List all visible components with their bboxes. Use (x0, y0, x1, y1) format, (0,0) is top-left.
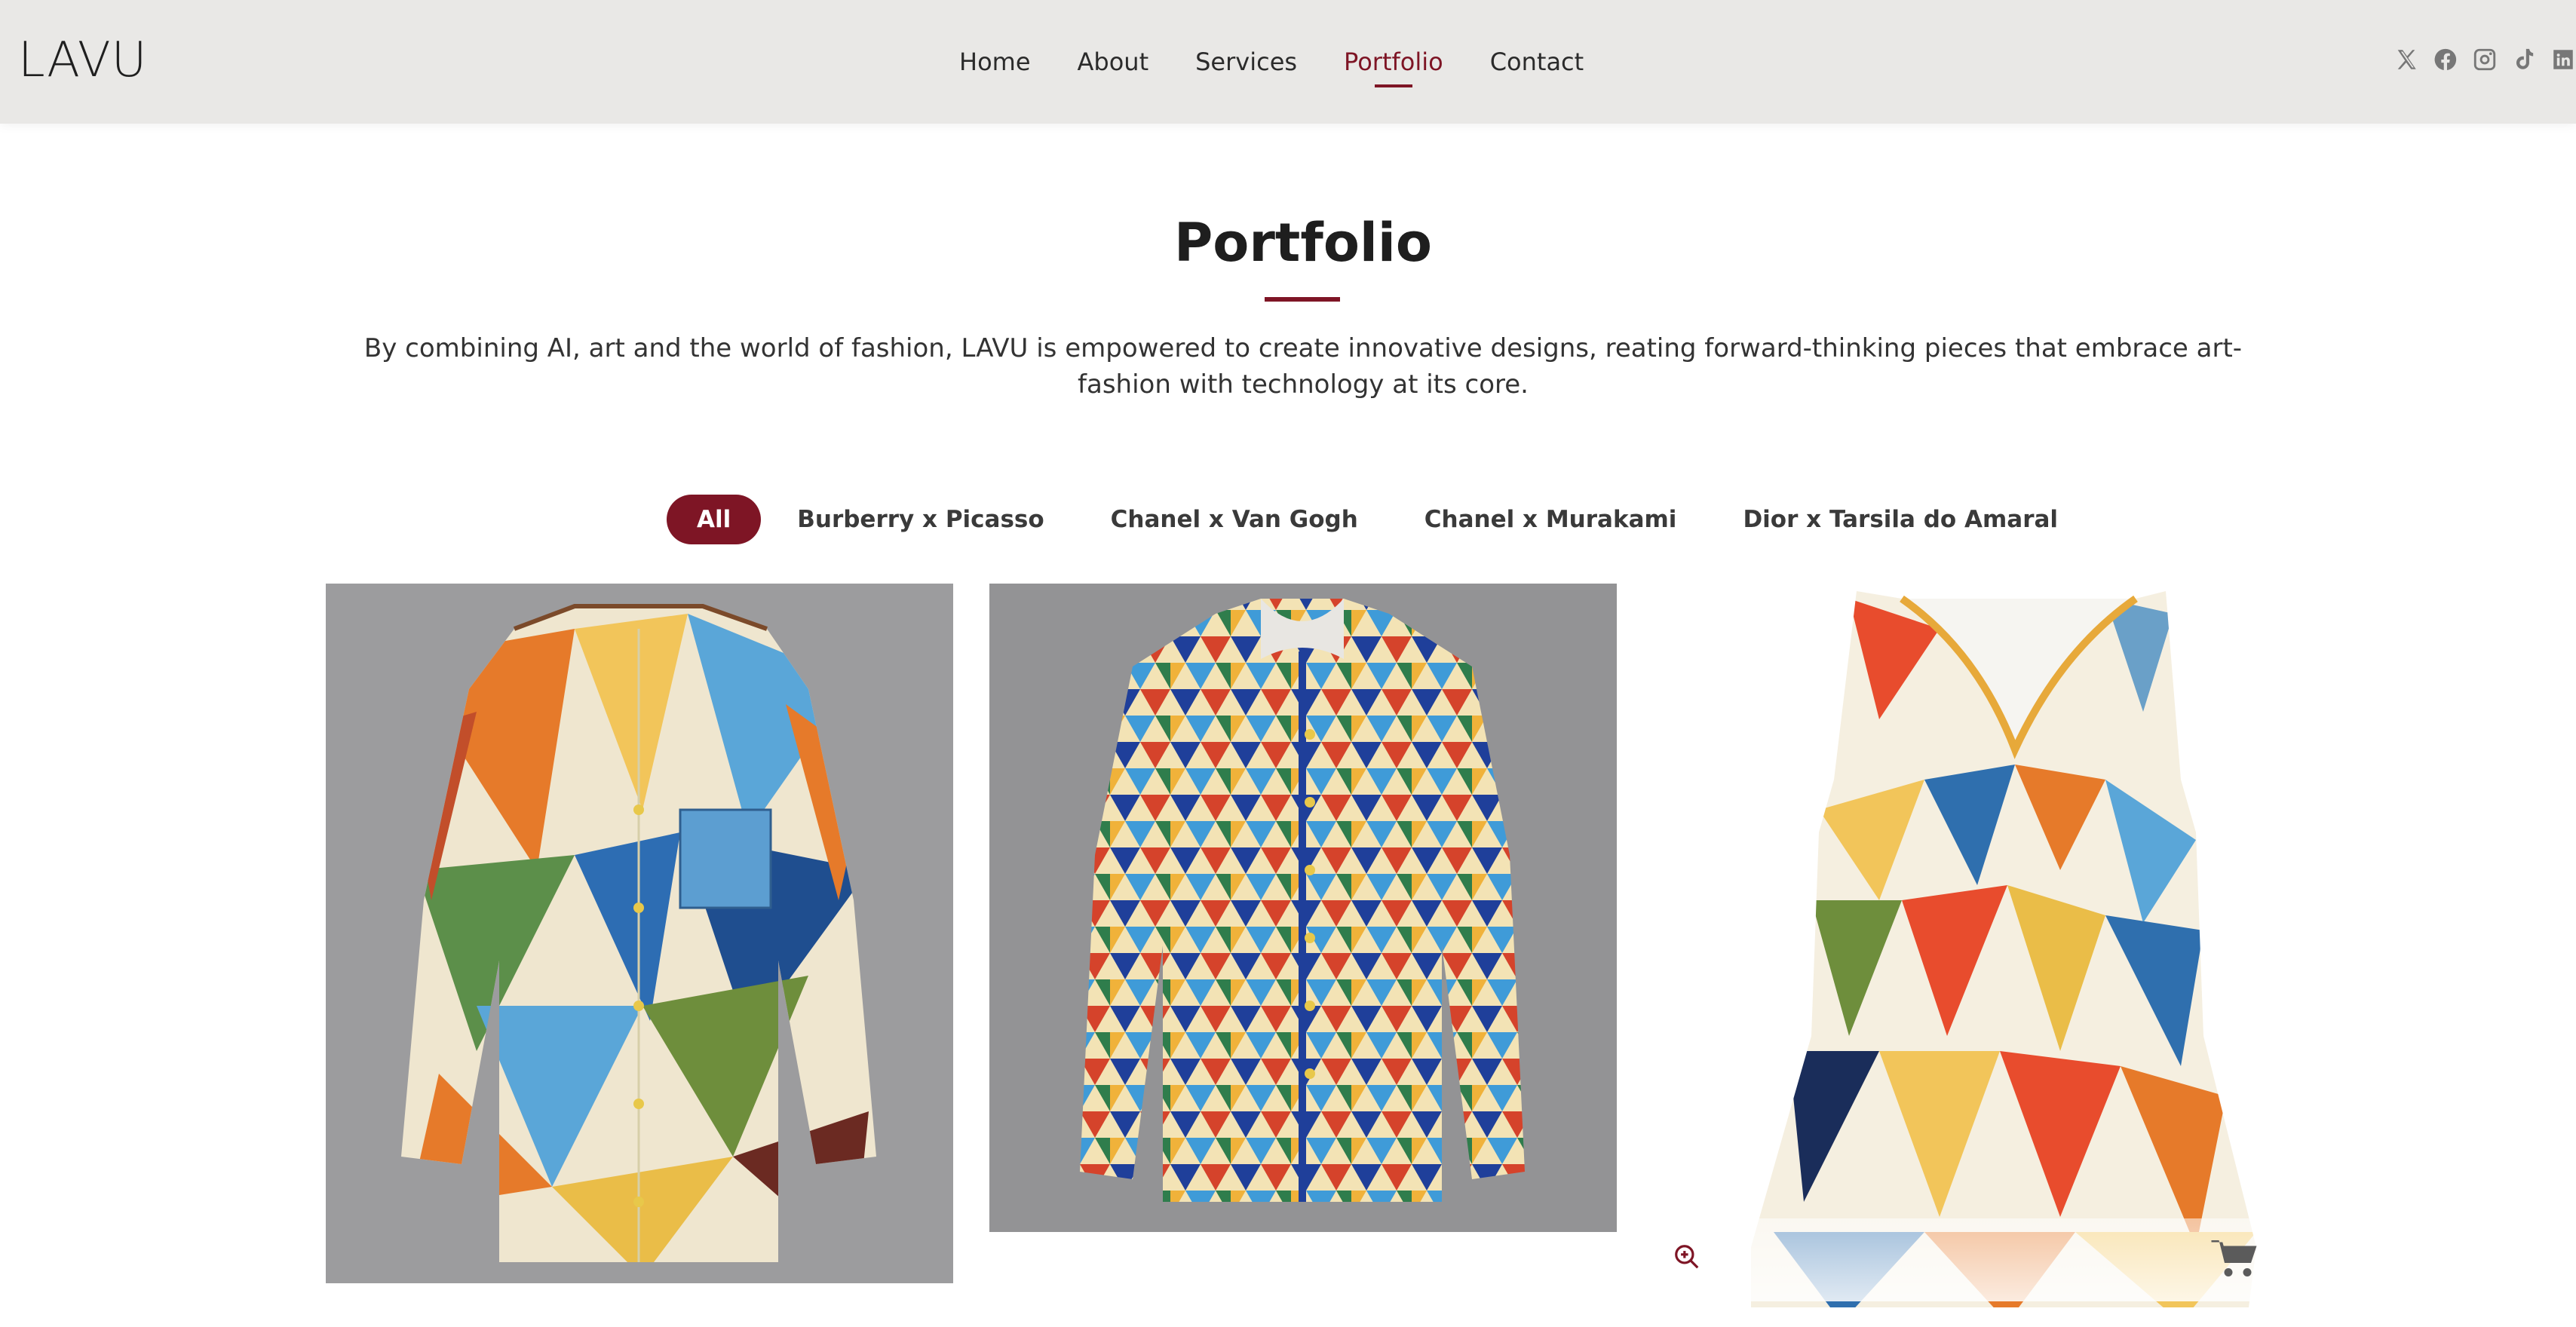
site-logo[interactable]: LAVU (18, 30, 147, 90)
tiktok-icon[interactable] (2511, 47, 2537, 72)
filter-dior-tarsila[interactable]: Dior x Tarsila do Amaral (1710, 495, 2091, 544)
triangle-shirt-image (989, 584, 1617, 1232)
filter-chanel-murakami[interactable]: Chanel x Murakami (1391, 495, 1710, 544)
social-links (2394, 47, 2576, 72)
linkedin-icon[interactable] (2550, 47, 2576, 72)
geometric-dress-image (1653, 584, 2280, 1327)
filter-burberry-picasso[interactable]: Burberry x Picasso (764, 495, 1077, 544)
nav-portfolio[interactable]: Portfolio (1344, 39, 1443, 87)
portfolio-item[interactable] (989, 584, 1617, 1232)
nav-services[interactable]: Services (1195, 39, 1297, 84)
filter-all[interactable]: All (667, 495, 762, 544)
intro-text: By combining AI, art and the world of fa… (363, 333, 2243, 400)
nav-contact[interactable]: Contact (1490, 39, 1584, 84)
portfolio-item[interactable] (1653, 584, 2280, 1327)
filter-chanel-van-gogh[interactable]: Chanel x Van Gogh (1078, 495, 1391, 544)
facebook-icon[interactable] (2433, 47, 2458, 72)
item-action-bar (1653, 1218, 2280, 1301)
nav-home[interactable]: Home (959, 39, 1031, 84)
site-header: LAVU Home About Services Portfolio Conta… (0, 0, 2576, 124)
x-icon[interactable] (2394, 47, 2419, 72)
instagram-icon[interactable] (2472, 47, 2498, 72)
zoom-icon[interactable] (1673, 1243, 1701, 1271)
geometric-shirt-image (326, 584, 953, 1283)
portfolio-item[interactable] (326, 584, 953, 1283)
portfolio-filters: All Burberry x Picasso Chanel x Van Gogh… (667, 495, 2091, 544)
title-divider (1265, 297, 1340, 302)
cart-icon[interactable] (2210, 1237, 2262, 1282)
nav-about[interactable]: About (1078, 39, 1149, 84)
main-nav: Home About Services Portfolio Contact (959, 39, 1630, 87)
page-title: Portfolio (1173, 212, 1432, 274)
